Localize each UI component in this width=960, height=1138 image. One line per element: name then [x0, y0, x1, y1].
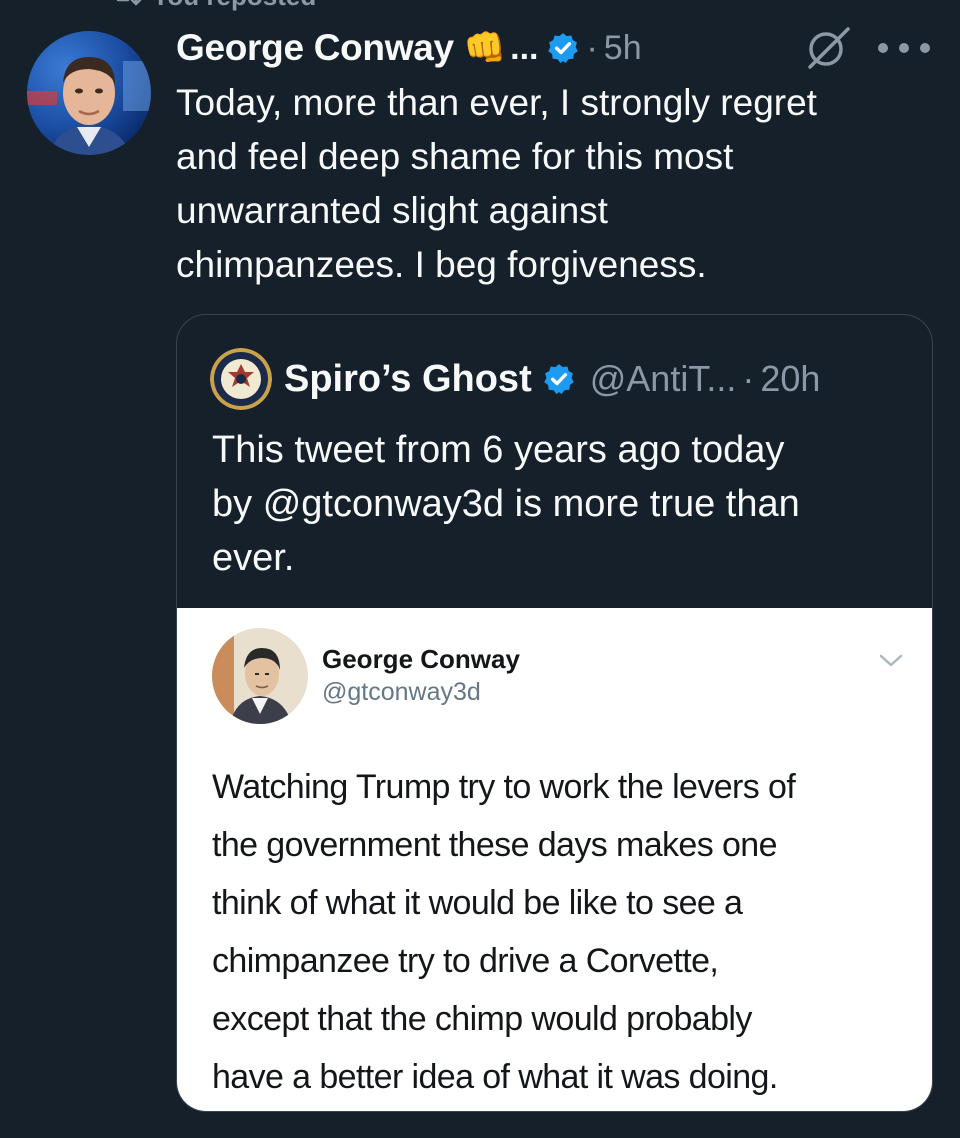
tweet-time[interactable]: 5h [604, 29, 642, 68]
embedded-author-name: George Conway [322, 644, 520, 674]
verified-badge-icon[interactable] [546, 31, 580, 65]
repost-indicator[interactable]: You reposted [112, 0, 316, 11]
quoted-tweet-card[interactable]: Spiro’s Ghost @AntiT... · 20h This tweet… [176, 314, 933, 1112]
quote-author-name[interactable]: Spiro’s Ghost [284, 358, 532, 401]
quote-time[interactable]: 20h [760, 358, 820, 400]
chevron-down-icon [877, 652, 905, 670]
quote-verified-badge-icon[interactable] [542, 362, 576, 396]
time-separator: · [586, 28, 598, 67]
repost-icon [116, 0, 142, 6]
author-avatar-image [27, 31, 151, 155]
author-name[interactable]: George Conway [176, 27, 454, 69]
embedded-tweet-text: Watching Trump try to work the levers of… [212, 768, 796, 1096]
more-options-icon[interactable] [878, 34, 930, 62]
author-avatar[interactable] [27, 31, 151, 155]
tweet-header: George Conway 👊 ... · 5h [176, 22, 642, 74]
name-ellipsis: ... [510, 28, 539, 67]
embedded-author-avatar [212, 628, 308, 724]
embedded-tweet-screenshot[interactable]: George Conway @gtconway3d Watching Trump… [177, 608, 932, 1111]
quote-time-separator: · [742, 358, 755, 399]
tweet-text: Today, more than ever, I strongly regret… [176, 82, 817, 285]
quote-header: Spiro’s Ghost @AntiT... · 20h [210, 348, 820, 410]
embedded-author-handle: @gtconway3d [322, 678, 481, 706]
tweet-page: You reposted George Conway 👊 [0, 0, 960, 1138]
fist-emoji: 👊 [463, 29, 507, 67]
quote-text: This tweet from 6 years ago today by @gt… [212, 429, 800, 579]
grok-icon[interactable] [802, 25, 854, 71]
repost-label: You reposted [152, 0, 316, 12]
quote-author-handle[interactable]: @AntiT... [590, 358, 737, 400]
quote-author-avatar[interactable] [210, 348, 272, 410]
